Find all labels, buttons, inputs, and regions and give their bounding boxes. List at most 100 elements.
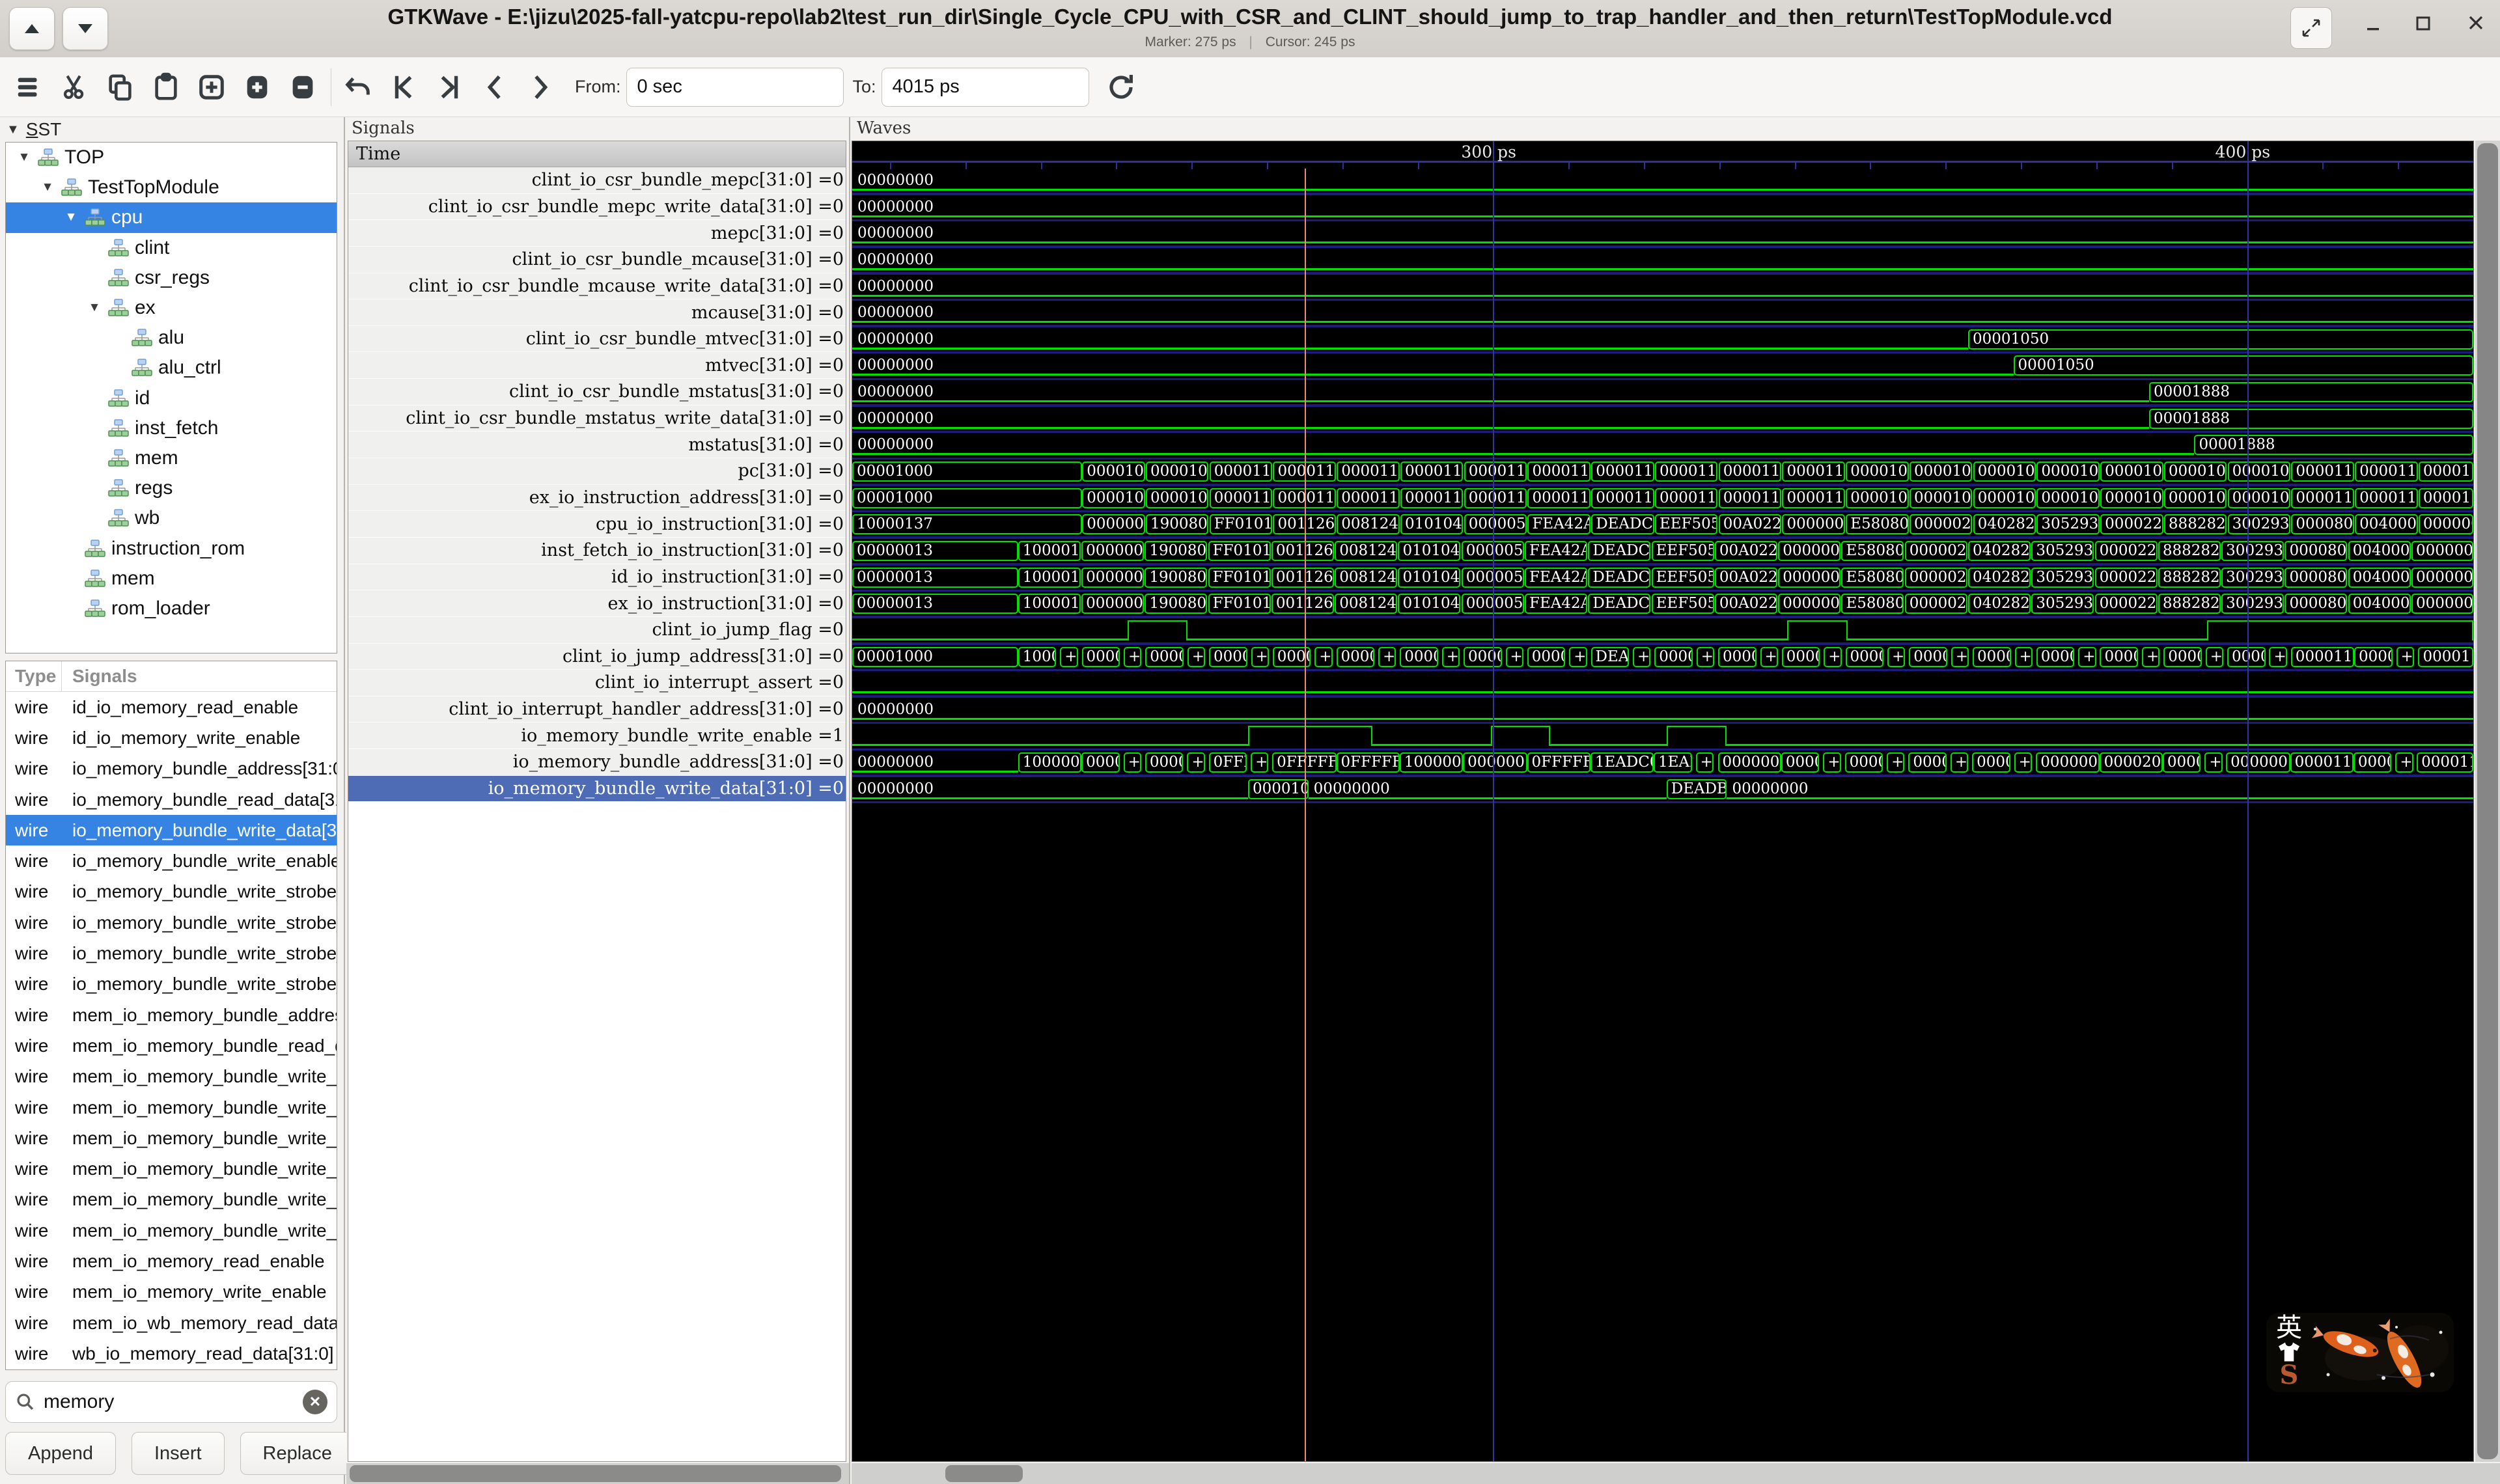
signal-row[interactable]: clint_io_csr_bundle_mcause[31:0] =0 (348, 247, 846, 273)
filter-row[interactable]: wirewb_io_memory_read_data[31:0] (6, 1338, 337, 1369)
filter-row[interactable]: wiremem_io_memory_bundle_write_strobe_2 (6, 1185, 337, 1215)
wave-canvas[interactable]: 300 ps400 ps 000000000000000000000000000… (852, 141, 2474, 1462)
tree-item-clint[interactable]: clint (6, 233, 337, 263)
time-header[interactable]: Time (348, 141, 846, 167)
filter-row[interactable]: wiremem_io_memory_bundle_write_strobe_0 (6, 1123, 337, 1153)
expander-icon[interactable]: ▼ (11, 150, 37, 165)
filter-row[interactable]: wireid_io_memory_write_enable (6, 722, 337, 753)
signal-row[interactable]: mtvec[31:0] =0 (348, 352, 846, 379)
clear-search-icon[interactable]: ✕ (303, 1390, 327, 1414)
signals-hscroll-thumb[interactable] (350, 1465, 841, 1482)
reload-button[interactable] (1101, 67, 1141, 107)
signal-row[interactable]: inst_fetch_io_instruction[31:0] =0 (348, 538, 846, 564)
expander-icon[interactable]: ▼ (35, 180, 61, 195)
waves-hscrollbar[interactable] (852, 1463, 2500, 1484)
waves-vscrollbar[interactable] (2475, 141, 2500, 1462)
filter-row[interactable]: wireio_memory_bundle_write_data[31:0] (6, 815, 337, 845)
minimize-button[interactable] (2365, 16, 2382, 33)
restore-button[interactable] (2290, 7, 2332, 49)
replace-button[interactable]: Replace (240, 1432, 355, 1475)
signals-hscrollbar[interactable] (346, 1463, 849, 1484)
marker-line[interactable] (1305, 169, 1307, 1461)
filter-row[interactable]: wireio_memory_bundle_write_enable (6, 845, 337, 876)
search-input[interactable] (42, 1390, 303, 1414)
zoom-in-button[interactable] (237, 67, 277, 107)
signal-row[interactable]: pc[31:0] =0 (348, 458, 846, 485)
tree-item-regs[interactable]: regs (6, 473, 337, 503)
tree-item-TestTopModule[interactable]: ▼TestTopModule (6, 172, 337, 202)
tree-item-wb[interactable]: wb (6, 503, 337, 533)
waves-vscroll-thumb[interactable] (2477, 143, 2498, 1459)
sst-header[interactable]: ▼ SST (7, 119, 61, 140)
filter-row[interactable]: wireid_io_memory_read_enable (6, 692, 337, 722)
zoom-fit-button[interactable] (191, 67, 232, 107)
insert-button[interactable]: Insert (132, 1432, 225, 1475)
tree-item-alu_ctrl[interactable]: alu_ctrl (6, 353, 337, 383)
filter-row[interactable]: wiremem_io_memory_write_enable (6, 1277, 337, 1308)
filter-row[interactable]: wiremem_io_wb_memory_read_data[31:0] (6, 1308, 337, 1338)
filter-row[interactable]: wiremem_io_memory_bundle_read_data[31:0] (6, 1030, 337, 1061)
menu-button[interactable] (9, 67, 49, 107)
type-column-header[interactable]: Type (6, 661, 62, 691)
filter-row[interactable]: wireio_memory_bundle_write_strobe_0 (6, 877, 337, 907)
signal-row[interactable]: cpu_io_instruction[31:0] =0 (348, 511, 846, 538)
waves-hscroll-thumb[interactable] (945, 1465, 1023, 1482)
signal-row[interactable]: clint_io_csr_bundle_mstatus[31:0] =0 (348, 379, 846, 405)
filter-row[interactable]: wiremem_io_memory_read_enable (6, 1246, 337, 1276)
filter-row[interactable]: wireio_memory_bundle_write_strobe_1 (6, 907, 337, 938)
tree-item-cpu[interactable]: ▼cpu (6, 202, 337, 232)
maximize-button[interactable] (2414, 14, 2432, 33)
filter-row[interactable]: wiremem_io_memory_bundle_write_enable (6, 1092, 337, 1123)
signal-row[interactable]: clint_io_csr_bundle_mepc_write_data[31:0… (348, 194, 846, 221)
skip-to-start-button[interactable] (383, 67, 424, 107)
expander-icon[interactable]: ▼ (81, 301, 107, 315)
signal-row[interactable]: mepc[31:0] =0 (348, 220, 846, 247)
signal-row[interactable]: mstatus[31:0] =0 (348, 432, 846, 458)
tree-item-mem[interactable]: mem (6, 564, 337, 594)
signal-row[interactable]: mcause[31:0] =0 (348, 299, 846, 326)
tree-item-csr_regs[interactable]: csr_regs (6, 263, 337, 293)
signal-row[interactable]: io_memory_bundle_write_enable =1 (348, 722, 846, 749)
signal-row[interactable]: clint_io_csr_bundle_mcause_write_data[31… (348, 273, 846, 300)
signal-row[interactable]: clint_io_jump_flag =0 (348, 617, 846, 644)
signal-row[interactable]: clint_io_interrupt_handler_address[31:0]… (348, 696, 846, 723)
paste-button[interactable] (146, 67, 186, 107)
signal-row[interactable]: ex_io_instruction[31:0] =0 (348, 590, 846, 617)
signal-row[interactable]: io_memory_bundle_address[31:0] =0 (348, 749, 846, 776)
signal-row[interactable]: clint_io_jump_address[31:0] =0 (348, 644, 846, 670)
signal-row[interactable]: clint_io_csr_bundle_mstatus_write_data[3… (348, 405, 846, 432)
signal-row[interactable]: io_memory_bundle_write_data[31:0] =0 (348, 776, 846, 803)
filter-row[interactable]: wireio_memory_bundle_read_data[31:0] (6, 784, 337, 815)
signal-row[interactable]: clint_io_csr_bundle_mepc[31:0] =0 (348, 167, 846, 194)
filter-row[interactable]: wiremem_io_memory_bundle_address[31:0] (6, 1000, 337, 1030)
step-right-button[interactable] (520, 67, 561, 107)
filter-row[interactable]: wiremem_io_memory_bundle_write_strobe_1 (6, 1153, 337, 1184)
filter-row[interactable]: wireio_memory_bundle_write_strobe_3 (6, 969, 337, 1000)
filter-row[interactable]: wiremem_io_memory_bundle_write_data[31:0… (6, 1062, 337, 1092)
filter-row[interactable]: wiremem_io_memory_bundle_write_strobe_3 (6, 1215, 337, 1246)
signal-row[interactable]: id_io_instruction[31:0] =0 (348, 564, 846, 591)
tree-item-id[interactable]: id (6, 383, 337, 413)
undo-button[interactable] (338, 67, 378, 107)
filter-row[interactable]: wireio_memory_bundle_address[31:0] (6, 754, 337, 784)
tree-item-mem[interactable]: mem (6, 443, 337, 473)
tree-item-ex[interactable]: ▼ex (6, 293, 337, 323)
tree-item-TOP[interactable]: ▼TOP (6, 143, 337, 172)
append-button[interactable]: Append (5, 1432, 116, 1475)
expander-icon[interactable]: ▼ (58, 210, 84, 225)
close-button[interactable] (2466, 13, 2486, 33)
step-left-button[interactable] (475, 67, 515, 107)
zoom-out-button[interactable] (283, 67, 323, 107)
signal-row[interactable]: ex_io_instruction_address[31:0] =0 (348, 485, 846, 512)
tree-item-inst_fetch[interactable]: inst_fetch (6, 413, 337, 443)
signal-row[interactable]: clint_io_csr_bundle_mtvec[31:0] =0 (348, 326, 846, 353)
cut-button[interactable] (55, 67, 95, 107)
filter-row[interactable]: wireio_memory_bundle_write_strobe_2 (6, 938, 337, 969)
to-input[interactable] (882, 68, 1089, 107)
tree-item-alu[interactable]: alu (6, 323, 337, 353)
from-input[interactable] (626, 68, 844, 107)
copy-button[interactable] (100, 67, 141, 107)
tree-item-instruction_rom[interactable]: instruction_rom (6, 533, 337, 563)
skip-to-end-button[interactable] (429, 67, 469, 107)
signal-row[interactable]: clint_io_interrupt_assert =0 (348, 670, 846, 696)
